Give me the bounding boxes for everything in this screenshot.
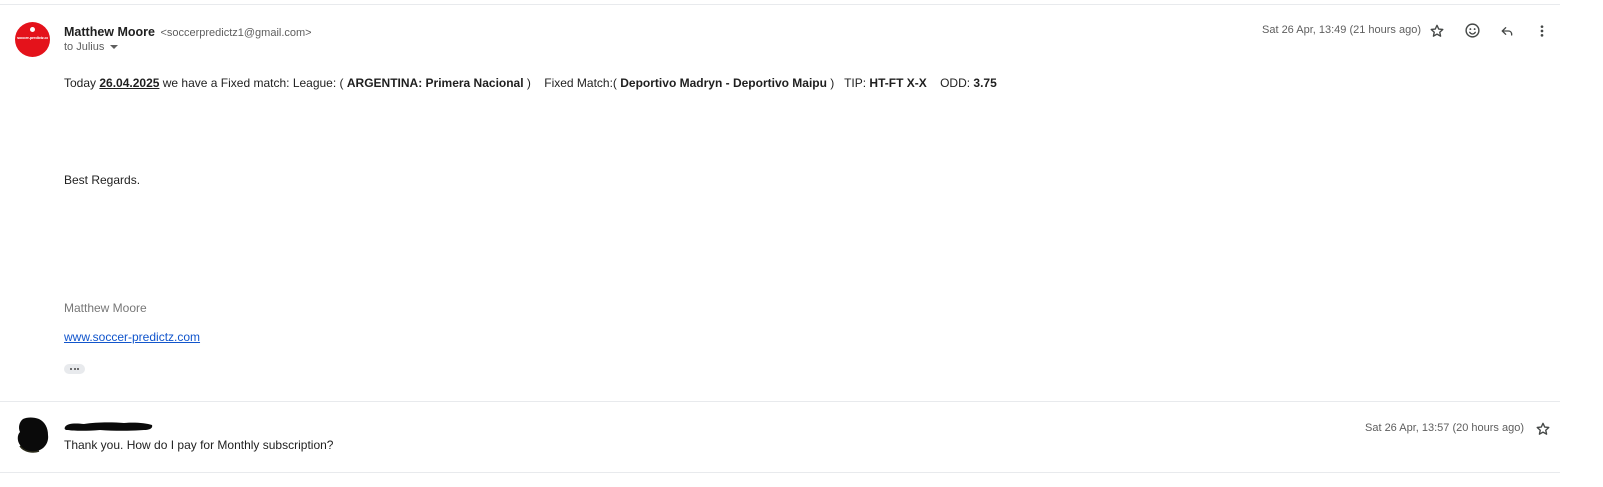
soccer-ball-icon <box>30 27 35 32</box>
body-league: ARGENTINA: Primera Nacional <box>346 76 524 90</box>
star-button[interactable] <box>1427 21 1447 41</box>
to-label: to Julius <box>64 41 105 53</box>
sender-avatar[interactable]: soccer-predictz.com <box>15 22 50 57</box>
message-collapsed[interactable]: Thank you. How do I pay for Monthly subs… <box>0 402 1560 472</box>
dot <box>70 368 73 370</box>
recipients-toggle[interactable]: to Julius <box>64 41 119 53</box>
body-match-close: ) TIP: <box>826 76 870 90</box>
star-icon <box>1430 24 1444 37</box>
body-date[interactable]: 26.04.2025 <box>99 76 159 90</box>
closing-regards: Best Regards. <box>64 173 141 187</box>
sender-email: <soccerpredictz1@gmail.com> <box>160 27 312 39</box>
add-reaction-button[interactable] <box>1462 20 1482 40</box>
message-body-line: Today 26.04.2025 we have a Fixed match: … <box>64 76 997 90</box>
chevron-down-icon[interactable] <box>110 45 119 49</box>
dot <box>73 368 76 370</box>
sender-name[interactable]: Matthew Moore <box>64 25 155 39</box>
body-today: Today <box>64 76 100 90</box>
body-odd-label: ODD: <box>926 76 974 90</box>
avatar-logo-text: soccer-predictz.com <box>17 35 48 40</box>
message-date[interactable]: Sat 26 Apr, 13:57 (20 hours ago) <box>1365 422 1524 434</box>
more-options-button[interactable] <box>1532 21 1552 41</box>
signature-link[interactable]: www.soccer-predictz.com <box>64 330 200 344</box>
star-icon <box>1536 422 1550 435</box>
redacted-sender-name <box>64 422 153 431</box>
reply-button[interactable] <box>1497 21 1517 41</box>
sender-line: Matthew Moore <soccerpredictz1@gmail.com… <box>64 23 312 41</box>
show-trimmed-content-button[interactable] <box>64 364 85 374</box>
emoji-icon <box>1464 22 1480 38</box>
star-button[interactable] <box>1533 419 1553 439</box>
bottom-divider <box>0 472 1560 473</box>
dot <box>76 368 79 370</box>
email-thread: soccer-predictz.com Matthew Moore <socce… <box>0 0 1603 487</box>
body-league-close: ) Fixed Match:( <box>523 76 621 90</box>
body-match: Deportivo Madryn - Deportivo Maipu <box>620 76 827 90</box>
redacted-avatar <box>17 417 49 453</box>
body-odd: 3.75 <box>973 76 997 90</box>
more-vert-icon <box>1540 25 1544 37</box>
message-snippet: Thank you. How do I pay for Monthly subs… <box>64 438 334 452</box>
message-date[interactable]: Sat 26 Apr, 13:49 (21 hours ago) <box>1262 24 1421 36</box>
message-expanded: soccer-predictz.com Matthew Moore <socce… <box>0 5 1560 401</box>
signature-name: Matthew Moore <box>64 301 147 315</box>
body-tip: HT-FT X-X <box>869 76 927 90</box>
reply-icon <box>1501 26 1513 36</box>
body-fixed-match-text: we have a Fixed match: League: ( <box>159 76 347 90</box>
